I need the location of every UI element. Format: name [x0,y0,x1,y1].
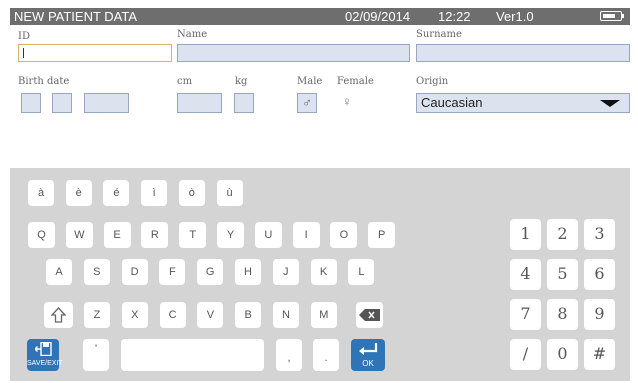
letter-key[interactable]: G [197,259,224,285]
save-exit-button[interactable]: SAVE/EXIT [27,339,63,371]
numpad-key[interactable]: 9 [584,299,615,330]
numpad-key[interactable]: 3 [584,219,615,250]
birth-date-label: Birth date [18,76,70,87]
letter-key[interactable]: D [121,259,148,285]
accent-key[interactable]: é [103,180,130,206]
letter-key[interactable]: N [273,302,299,328]
time-display: 12:22 [438,9,471,24]
accent-key[interactable]: è [65,180,92,206]
letter-key[interactable]: J [272,259,299,285]
origin-label: Origin [416,76,449,87]
shift-key[interactable] [44,302,73,328]
male-button[interactable]: ♂ [297,93,317,113]
letter-key[interactable]: U [254,222,282,248]
letter-key[interactable]: Q [28,222,55,248]
birth-day-input[interactable] [21,93,41,113]
accent-key[interactable]: ù [216,180,243,206]
letter-key[interactable]: B [235,302,262,328]
numpad-key[interactable]: 6 [584,259,615,290]
weight-label: kg [235,76,248,87]
title-bar: NEW PATIENT DATA 02/09/2014 12:22 Ver1.0 [10,8,630,25]
letter-key[interactable]: R [141,222,169,248]
numpad-key[interactable]: 8 [547,299,578,330]
birth-month-input[interactable] [52,93,72,113]
female-button[interactable]: ♀ [337,93,357,113]
shift-icon [51,307,66,323]
numpad-key[interactable]: / [510,339,541,370]
letter-key[interactable]: W [65,222,93,248]
backspace-icon [359,309,380,321]
period-key[interactable]: . [313,339,339,371]
letter-key[interactable]: T [179,222,207,248]
letter-key[interactable]: V [197,302,224,328]
female-label: Female [337,76,374,87]
surname-label: Surname [416,29,462,40]
letter-key[interactable]: F [159,259,186,285]
enter-icon [359,343,378,355]
letter-key[interactable]: P [368,222,396,248]
date-display: 02/09/2014 [345,9,411,24]
numpad-key[interactable]: 7 [510,299,541,330]
letter-key[interactable]: Z [84,302,110,328]
letter-key[interactable]: C [159,302,186,328]
letter-key[interactable]: M [310,302,337,328]
letter-key[interactable]: Y [217,222,244,248]
accent-key[interactable]: à [28,180,54,206]
numpad-key[interactable]: 4 [510,259,541,290]
page-title: NEW PATIENT DATA [14,9,138,24]
weight-input[interactable] [234,93,254,113]
numpad-key[interactable]: 0 [547,339,578,370]
numpad-key[interactable]: # [584,339,615,370]
letter-key[interactable]: S [83,259,110,285]
numpad-key[interactable]: 1 [510,219,541,250]
version-display: Ver1.0 [496,9,534,24]
origin-select[interactable]: Caucasian [416,93,630,113]
name-label: Name [177,29,208,40]
male-label: Male [297,76,323,87]
accent-key[interactable]: ì [141,180,168,206]
letter-key[interactable]: K [310,259,337,285]
ok-label: OK [362,359,374,368]
accent-key[interactable]: ò [178,180,205,206]
height-input[interactable] [177,93,222,113]
letter-key[interactable]: L [348,259,375,285]
male-icon: ♂ [302,95,312,110]
backspace-key[interactable] [356,302,383,328]
name-input[interactable] [177,44,410,62]
height-label: cm [177,76,193,87]
letter-key[interactable]: E [103,222,131,248]
save-exit-label: SAVE/EXIT [27,360,63,367]
letter-key[interactable]: H [235,259,261,285]
female-icon: ♀ [342,94,352,109]
text-caret [18,44,38,62]
dropdown-arrow-icon [600,100,620,107]
letter-key[interactable]: X [121,302,148,328]
keyboard-panel: àèéìòù QWERTYUIOP ASDFGHJKL ZXCVBNM SAVE… [10,168,630,381]
birth-year-input[interactable] [84,93,129,113]
origin-value: Caucasian [421,95,483,110]
save-icon [35,342,52,356]
space-key[interactable] [121,339,264,371]
numpad-key[interactable]: 2 [547,219,578,250]
letter-key[interactable]: O [330,222,358,248]
ok-button[interactable]: OK [351,339,385,371]
comma-key[interactable]: , [276,339,302,371]
battery-icon [600,11,624,21]
apostrophe-key[interactable]: ' [83,339,109,371]
surname-input[interactable] [416,44,630,62]
letter-key[interactable]: A [46,259,72,285]
id-input[interactable] [18,44,172,62]
numpad-key[interactable]: 5 [547,259,578,290]
letter-key[interactable]: I [292,222,320,248]
id-label: ID [18,31,30,42]
